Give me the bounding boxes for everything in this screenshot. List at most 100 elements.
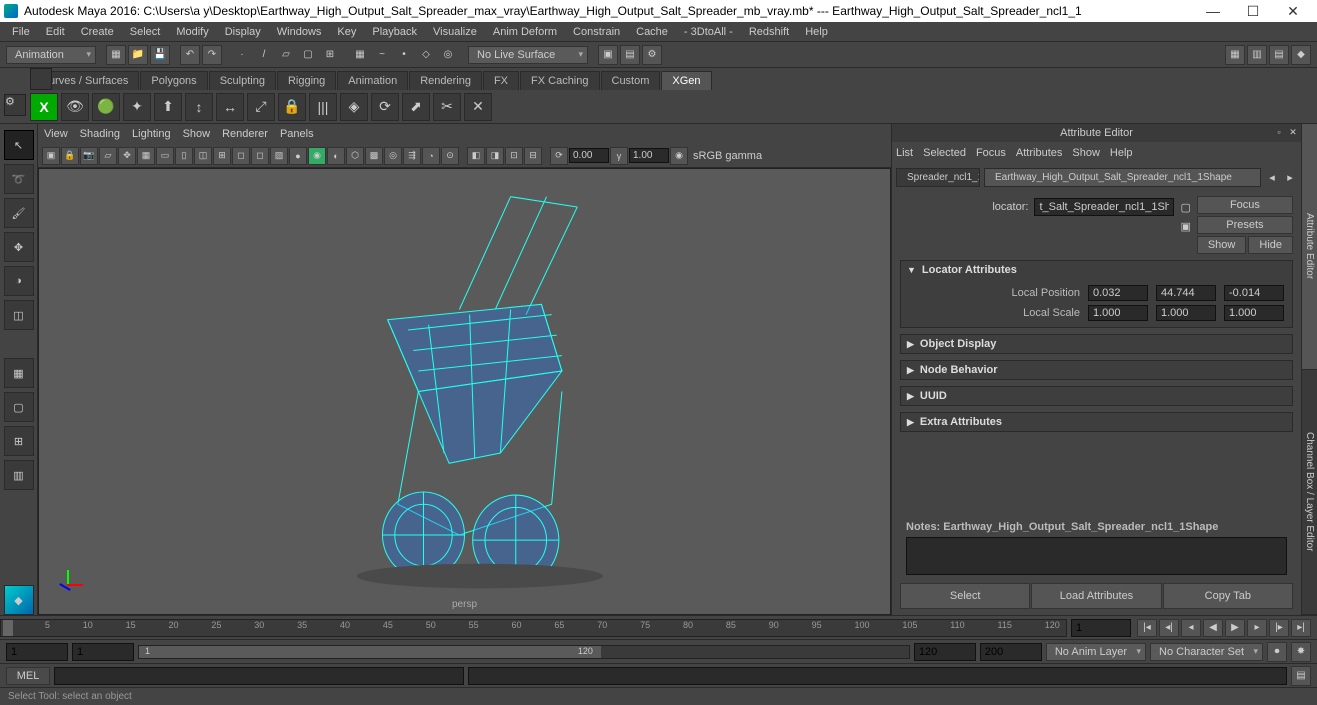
shelf-tab-xgen[interactable]: XGen	[661, 71, 711, 90]
shelf-tab-polygons[interactable]: Polygons	[140, 71, 207, 90]
xray-comp-icon[interactable]: ⊟	[524, 147, 542, 165]
layout-2-icon[interactable]: ▥	[1247, 45, 1267, 65]
live-surface-dropdown[interactable]: No Live Surface	[468, 46, 588, 64]
xgen-sculpt-icon[interactable]: ↕	[185, 93, 213, 121]
render-settings-icon[interactable]: ⚙	[642, 45, 662, 65]
render-icon[interactable]: ▣	[598, 45, 618, 65]
section-node-behavior[interactable]: ▶Node Behavior	[901, 361, 1292, 379]
ae-undock-icon[interactable]: ▫	[1273, 127, 1285, 139]
local-position-y[interactable]	[1156, 285, 1216, 301]
hide-button[interactable]: Hide	[1248, 236, 1293, 254]
ae-tab-next-icon[interactable]: ▸	[1283, 171, 1297, 184]
xgen-move-icon[interactable]: ↔	[216, 93, 244, 121]
shelf-tab-rigging[interactable]: Rigging	[277, 71, 336, 90]
textured-icon[interactable]: ▩	[365, 147, 383, 165]
mel-label[interactable]: MEL	[6, 667, 50, 685]
locator-name-field[interactable]	[1034, 198, 1174, 216]
local-position-z[interactable]	[1224, 285, 1284, 301]
safe-title-icon[interactable]: ◻	[251, 147, 269, 165]
save-scene-icon[interactable]: 💾	[150, 45, 170, 65]
exposure-field[interactable]	[569, 148, 609, 163]
gate-mask-icon[interactable]: ◫	[194, 147, 212, 165]
panel-menu-renderer[interactable]: Renderer	[222, 128, 268, 140]
step-back-icon[interactable]: ◂	[1181, 619, 1201, 637]
shelf-tab-sculpting[interactable]: Sculpting	[209, 71, 276, 90]
play-back-icon[interactable]: ◀	[1203, 619, 1223, 637]
viewport-persp[interactable]: persp	[38, 168, 891, 615]
menu-visualize[interactable]: Visualize	[425, 26, 485, 38]
anim-layer-dropdown[interactable]: No Anim Layer	[1046, 643, 1146, 661]
shadows-icon[interactable]: ◐	[327, 147, 345, 165]
side-tab-attribute-editor[interactable]: Attribute Editor	[1302, 124, 1317, 370]
ae-menu-help[interactable]: Help	[1110, 147, 1133, 159]
image-plane-icon[interactable]: ▱	[99, 147, 117, 165]
snap-plane-icon[interactable]: ◇	[416, 45, 436, 65]
current-time-marker[interactable]	[3, 620, 13, 636]
step-forward-key-icon[interactable]: |▸	[1269, 619, 1289, 637]
menu-select[interactable]: Select	[122, 26, 169, 38]
panel-menu-panels[interactable]: Panels	[280, 128, 314, 140]
move-tool[interactable]: ✥	[4, 232, 34, 262]
menu-cache[interactable]: Cache	[628, 26, 676, 38]
smooth-shade-icon[interactable]: ●	[289, 147, 307, 165]
film-gate-icon[interactable]: ▭	[156, 147, 174, 165]
ae-menu-list[interactable]: List	[896, 147, 913, 159]
workspace-dropdown[interactable]: Animation	[6, 46, 96, 64]
sel-vertex-icon[interactable]: ·	[232, 45, 252, 65]
current-frame-field[interactable]	[1071, 619, 1131, 637]
select-tool[interactable]: ↖	[4, 130, 34, 160]
local-scale-x[interactable]	[1088, 305, 1148, 321]
xgen-scale-icon[interactable]: ⤢	[247, 93, 275, 121]
isolate-select-icon[interactable]: ◧	[467, 147, 485, 165]
panel-menu-shading[interactable]: Shading	[80, 128, 120, 140]
xgen-export-icon[interactable]: ⬈	[402, 93, 430, 121]
snap-live-icon[interactable]: ◎	[438, 45, 458, 65]
xgen-groom-icon[interactable]: ⬆	[154, 93, 182, 121]
field-chart-icon[interactable]: ⊞	[213, 147, 231, 165]
local-position-x[interactable]	[1088, 285, 1148, 301]
step-back-key-icon[interactable]: ◂|	[1159, 619, 1179, 637]
xray-joints-icon[interactable]: ⊡	[505, 147, 523, 165]
xgen-delete-icon[interactable]: ✕	[464, 93, 492, 121]
ao-icon[interactable]: ◎	[384, 147, 402, 165]
character-set-dropdown[interactable]: No Character Set	[1150, 643, 1263, 661]
show-button[interactable]: Show	[1197, 236, 1247, 254]
ae-tab-prev-icon[interactable]: ◂	[1265, 171, 1279, 184]
grid-icon[interactable]: ▦	[137, 147, 155, 165]
cam-bookmark-icon[interactable]: 📷	[80, 147, 98, 165]
play-forward-icon[interactable]: ▶	[1225, 619, 1245, 637]
use-all-lights-icon[interactable]: ◉	[308, 147, 326, 165]
menu-key[interactable]: Key	[329, 26, 364, 38]
command-input[interactable]	[54, 667, 464, 685]
xgen-rotate-icon[interactable]: 🔒	[278, 93, 306, 121]
ae-load-button[interactable]: Load Attributes	[1031, 583, 1161, 609]
new-scene-icon[interactable]: ▦	[106, 45, 126, 65]
close-button[interactable]: ✕	[1273, 3, 1313, 20]
menu-redshift[interactable]: Redshift	[741, 26, 797, 38]
xgen-desc-icon[interactable]: 👁	[61, 93, 89, 121]
undo-icon[interactable]: ↶	[180, 45, 200, 65]
go-end-icon[interactable]: ▸|	[1291, 619, 1311, 637]
wf-on-shaded-icon[interactable]: ⬡	[346, 147, 364, 165]
2d-pan-icon[interactable]: ✥	[118, 147, 136, 165]
shelf-tab-fx[interactable]: FX	[483, 71, 519, 90]
layout-3-icon[interactable]: ▤	[1269, 45, 1289, 65]
local-scale-y[interactable]	[1156, 305, 1216, 321]
shelf-settings-icon[interactable]: ⚙	[4, 94, 26, 116]
open-scene-icon[interactable]: 📁	[128, 45, 148, 65]
go-start-icon[interactable]: |◂	[1137, 619, 1157, 637]
lasso-tool[interactable]: ➰	[4, 164, 34, 194]
focus-button[interactable]: Focus	[1197, 196, 1293, 214]
xgen-cut-icon[interactable]: ✂	[433, 93, 461, 121]
menu-constrain[interactable]: Constrain	[565, 26, 628, 38]
step-forward-icon[interactable]: ▸	[1247, 619, 1267, 637]
presets-button[interactable]: Presets	[1197, 216, 1293, 234]
presets-target-icon[interactable]: ▣	[1180, 220, 1190, 233]
ae-copytab-button[interactable]: Copy Tab	[1163, 583, 1293, 609]
sel-edge-icon[interactable]: /	[254, 45, 274, 65]
menu-playback[interactable]: Playback	[364, 26, 425, 38]
maya-home-icon[interactable]: ◆	[4, 585, 34, 615]
scale-tool[interactable]: ◫	[4, 300, 34, 330]
layout-four-icon[interactable]: ⊞	[4, 426, 34, 456]
ae-menu-selected[interactable]: Selected	[923, 147, 966, 159]
